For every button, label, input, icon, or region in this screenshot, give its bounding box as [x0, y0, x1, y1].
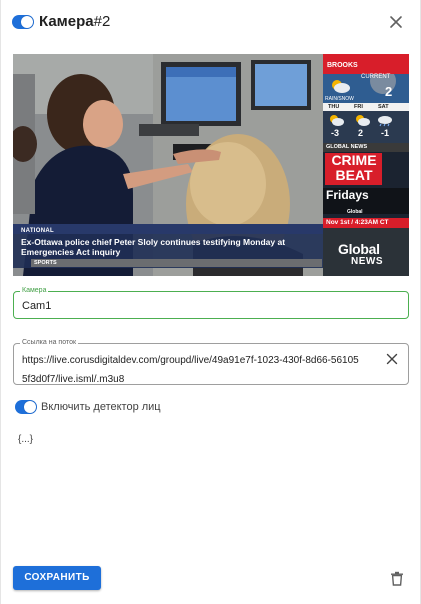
forecast-temp-3: -1	[381, 128, 390, 138]
trash-icon[interactable]	[390, 571, 404, 586]
news-logo: NEWS	[351, 256, 383, 267]
panel-title-main: Камера	[39, 13, 94, 30]
forecast-temp-1: -3	[331, 128, 340, 138]
camera-name-field[interactable]: Камера Cam1	[13, 286, 409, 319]
camera-name-input[interactable]: Cam1	[22, 300, 51, 312]
clear-icon[interactable]	[386, 352, 398, 365]
promo-brand: Global	[347, 209, 363, 215]
toggle-knob	[21, 16, 33, 28]
global-logo: Global	[338, 241, 380, 257]
weather-city: BROOKS	[327, 62, 358, 69]
cloud-sun-icon	[332, 80, 350, 93]
weather-current-label: CURRENT	[361, 74, 391, 80]
news-category-label: NATIONAL	[21, 228, 54, 234]
close-icon[interactable]	[386, 12, 406, 32]
panel-header: Камера#2	[1, 0, 421, 44]
news-headline: Ex-Ottawa police chief Peter Sloly conti…	[21, 237, 286, 257]
forecast-temp-2: 2	[358, 128, 364, 138]
camera-panel: Камера#2 NATIONAL Ex-Ottawa police chief…	[0, 0, 421, 604]
save-button[interactable]: СОХРАНИТЬ	[13, 566, 101, 590]
promo-network: GLOBAL NEWS	[326, 144, 368, 150]
ticker-label: SPORTS	[34, 260, 57, 266]
forecast-icons	[330, 115, 392, 127]
weather-condition: RAIN/SNOW	[325, 96, 354, 102]
toggle-knob	[24, 401, 36, 413]
promo-show-title: CRIME BEAT	[331, 152, 377, 183]
forecast-day-1: THU	[328, 104, 340, 110]
stream-url-label: Ссылка на поток	[20, 338, 79, 348]
ticker-bar	[31, 259, 322, 267]
panel-title: Камера#2	[39, 12, 110, 32]
broadcast-datetime: Nov 1st / 4:23AM CT	[326, 219, 389, 226]
forecast-day-3: SAT	[378, 104, 389, 110]
forecast-icon-sun-cloud	[330, 115, 344, 126]
promo-day: Fridays	[326, 188, 369, 202]
camera-enabled-toggle[interactable]	[12, 15, 34, 29]
json-editor-button[interactable]: {...}	[18, 434, 33, 445]
weather-current-temp: 2	[385, 84, 393, 99]
camera-name-label: Камера	[20, 286, 49, 296]
panel-title-number: #2	[93, 13, 111, 30]
face-detector-toggle[interactable]	[15, 400, 37, 414]
forecast-day-2: FRI	[354, 104, 363, 110]
stream-url-field[interactable]: Ссылка на поток https://live.corusdigita…	[13, 338, 409, 385]
face-detector-label: Включить детектор лиц	[41, 401, 161, 413]
stream-url-input[interactable]: https://live.corusdigitaldev.com/groupd/…	[22, 351, 362, 389]
